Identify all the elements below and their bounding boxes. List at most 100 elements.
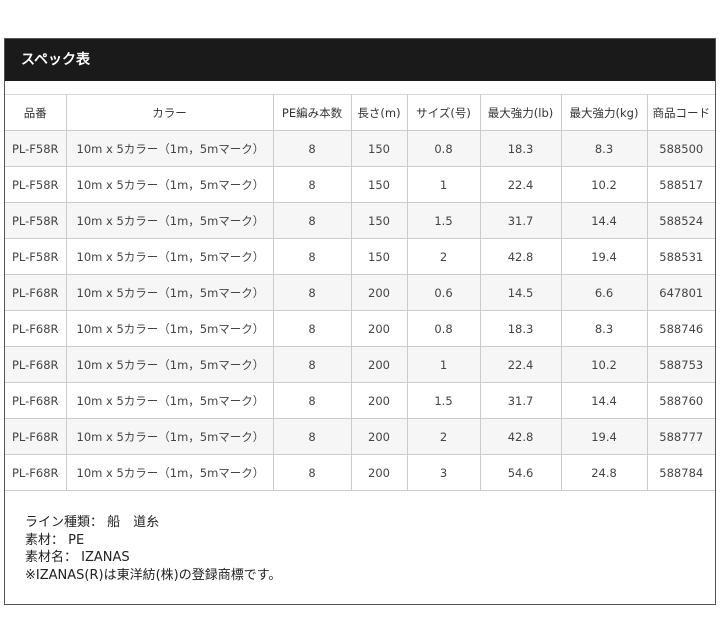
cell-product-code: 647801 bbox=[646, 274, 715, 311]
cell-pe-braid-count: 8 bbox=[272, 130, 352, 167]
table-row: PL-F68R 10m x 5カラー（1m，5mマーク） 8 200 0.6 1… bbox=[5, 274, 715, 311]
cell-size: 0.6 bbox=[406, 274, 481, 311]
cell-max-strength-kg: 10.2 bbox=[560, 346, 648, 383]
cell-max-strength-kg: 19.4 bbox=[560, 238, 648, 275]
cell-max-strength-lb: 14.5 bbox=[479, 274, 562, 311]
table-row: PL-F58R 10m x 5カラー（1m，5mマーク） 8 150 1 22.… bbox=[5, 166, 715, 203]
cell-product-code: 588753 bbox=[646, 346, 715, 383]
cell-color: 10m x 5カラー（1m，5mマーク） bbox=[65, 418, 274, 455]
cell-length: 200 bbox=[350, 310, 408, 347]
cell-max-strength-lb: 18.3 bbox=[479, 130, 562, 167]
cell-max-strength-kg: 8.3 bbox=[560, 310, 648, 347]
cell-part-number: PL-F58R bbox=[5, 166, 67, 203]
cell-max-strength-kg: 14.4 bbox=[560, 202, 648, 239]
cell-size: 0.8 bbox=[406, 130, 481, 167]
note-trademark: ※IZANAS(R)は東洋紡(株)の登録商標です。 bbox=[25, 567, 282, 583]
header-max-strength-lb: 最大強力(lb) bbox=[479, 94, 562, 131]
header-size: サイズ(号) bbox=[406, 94, 481, 131]
cell-size: 1 bbox=[406, 166, 481, 203]
cell-max-strength-lb: 31.7 bbox=[479, 202, 562, 239]
table-header-row: 品番 カラー PE編み本数 長さ(m) サイズ(号) 最大強力(lb) 最大強力… bbox=[5, 94, 715, 131]
cell-color: 10m x 5カラー（1m，5mマーク） bbox=[65, 346, 274, 383]
cell-part-number: PL-F68R bbox=[5, 382, 67, 419]
cell-max-strength-kg: 24.8 bbox=[560, 454, 648, 491]
cell-part-number: PL-F68R bbox=[5, 346, 67, 383]
cell-color: 10m x 5カラー（1m，5mマーク） bbox=[65, 130, 274, 167]
table-row: PL-F68R 10m x 5カラー（1m，5mマーク） 8 200 0.8 1… bbox=[5, 310, 715, 347]
note-material-name: 素材名： IZANAS bbox=[25, 550, 130, 565]
cell-max-strength-lb: 18.3 bbox=[479, 310, 562, 347]
table-row: PL-F68R 10m x 5カラー（1m，5mマーク） 8 200 1.5 3… bbox=[5, 382, 715, 419]
cell-size: 3 bbox=[406, 454, 481, 491]
header-pe-braid-count: PE編み本数 bbox=[272, 94, 352, 131]
cell-part-number: PL-F58R bbox=[5, 202, 67, 239]
spec-panel: スペック表 品番 カラー PE編み本数 長さ(m) サイズ(号) 最大強力(lb… bbox=[4, 38, 716, 605]
cell-product-code: 588746 bbox=[646, 310, 715, 347]
table-row: PL-F58R 10m x 5カラー（1m，5mマーク） 8 150 0.8 1… bbox=[5, 130, 715, 167]
cell-length: 200 bbox=[350, 274, 408, 311]
header-length: 長さ(m) bbox=[350, 94, 408, 131]
cell-size: 1.5 bbox=[406, 202, 481, 239]
table-row: PL-F68R 10m x 5カラー（1m，5mマーク） 8 200 2 42.… bbox=[5, 418, 715, 455]
cell-part-number: PL-F58R bbox=[5, 238, 67, 275]
cell-pe-braid-count: 8 bbox=[272, 238, 352, 275]
cell-color: 10m x 5カラー（1m，5mマーク） bbox=[65, 238, 274, 275]
cell-pe-braid-count: 8 bbox=[272, 382, 352, 419]
cell-length: 200 bbox=[350, 418, 408, 455]
cell-max-strength-kg: 10.2 bbox=[560, 166, 648, 203]
cell-pe-braid-count: 8 bbox=[272, 166, 352, 203]
cell-product-code: 588500 bbox=[646, 130, 715, 167]
cell-pe-braid-count: 8 bbox=[272, 418, 352, 455]
cell-color: 10m x 5カラー（1m，5mマーク） bbox=[65, 274, 274, 311]
cell-color: 10m x 5カラー（1m，5mマーク） bbox=[65, 382, 274, 419]
cell-size: 2 bbox=[406, 418, 481, 455]
cell-color: 10m x 5カラー（1m，5mマーク） bbox=[65, 454, 274, 491]
cell-max-strength-kg: 19.4 bbox=[560, 418, 648, 455]
cell-pe-braid-count: 8 bbox=[272, 454, 352, 491]
cell-length: 150 bbox=[350, 130, 408, 167]
note-line-type: ライン種類： 船 道糸 bbox=[25, 515, 160, 530]
cell-part-number: PL-F68R bbox=[5, 418, 67, 455]
cell-product-code: 588524 bbox=[646, 202, 715, 239]
cell-product-code: 588517 bbox=[646, 166, 715, 203]
spec-section-title: スペック表 bbox=[5, 39, 715, 81]
spec-table: 品番 カラー PE編み本数 長さ(m) サイズ(号) 最大強力(lb) 最大強力… bbox=[5, 94, 715, 491]
header-color: カラー bbox=[65, 94, 274, 131]
cell-length: 200 bbox=[350, 346, 408, 383]
cell-size: 1.5 bbox=[406, 382, 481, 419]
cell-length: 150 bbox=[350, 166, 408, 203]
header-part-number: 品番 bbox=[5, 94, 67, 131]
cell-max-strength-lb: 42.8 bbox=[479, 418, 562, 455]
cell-color: 10m x 5カラー（1m，5mマーク） bbox=[65, 310, 274, 347]
cell-max-strength-lb: 54.6 bbox=[479, 454, 562, 491]
cell-part-number: PL-F68R bbox=[5, 274, 67, 311]
cell-part-number: PL-F68R bbox=[5, 454, 67, 491]
cell-length: 200 bbox=[350, 382, 408, 419]
cell-max-strength-kg: 8.3 bbox=[560, 130, 648, 167]
cell-part-number: PL-F68R bbox=[5, 310, 67, 347]
cell-color: 10m x 5カラー（1m，5mマーク） bbox=[65, 166, 274, 203]
table-row: PL-F58R 10m x 5カラー（1m，5mマーク） 8 150 2 42.… bbox=[5, 238, 715, 275]
cell-pe-braid-count: 8 bbox=[272, 274, 352, 311]
cell-product-code: 588760 bbox=[646, 382, 715, 419]
header-max-strength-kg: 最大強力(kg) bbox=[560, 94, 648, 131]
cell-max-strength-kg: 6.6 bbox=[560, 274, 648, 311]
cell-max-strength-lb: 22.4 bbox=[479, 166, 562, 203]
cell-length: 150 bbox=[350, 238, 408, 275]
cell-pe-braid-count: 8 bbox=[272, 310, 352, 347]
header-product-code: 商品コード bbox=[646, 94, 715, 131]
cell-length: 150 bbox=[350, 202, 408, 239]
cell-size: 1 bbox=[406, 346, 481, 383]
cell-size: 2 bbox=[406, 238, 481, 275]
spec-notes: ライン種類： 船 道糸 素材： PE 素材名： IZANAS ※IZANAS(R… bbox=[25, 514, 281, 584]
cell-max-strength-lb: 22.4 bbox=[479, 346, 562, 383]
cell-pe-braid-count: 8 bbox=[272, 346, 352, 383]
table-row: PL-F68R 10m x 5カラー（1m，5mマーク） 8 200 3 54.… bbox=[5, 454, 715, 491]
cell-pe-braid-count: 8 bbox=[272, 202, 352, 239]
cell-max-strength-kg: 14.4 bbox=[560, 382, 648, 419]
cell-size: 0.8 bbox=[406, 310, 481, 347]
cell-product-code: 588777 bbox=[646, 418, 715, 455]
cell-product-code: 588531 bbox=[646, 238, 715, 275]
note-material: 素材： PE bbox=[25, 532, 85, 548]
table-row: PL-F68R 10m x 5カラー（1m，5mマーク） 8 200 1 22.… bbox=[5, 346, 715, 383]
